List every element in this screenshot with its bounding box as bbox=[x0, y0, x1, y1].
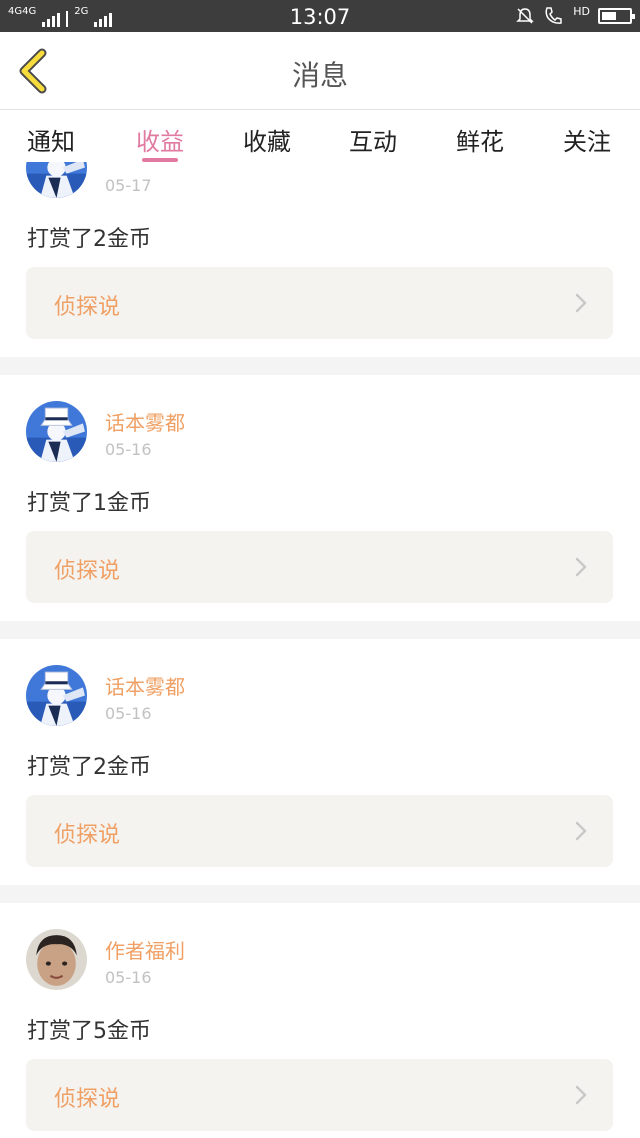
status-icons: HD bbox=[515, 4, 635, 27]
battery-level bbox=[602, 12, 616, 20]
chevron-right-icon bbox=[575, 821, 587, 841]
phone-icon bbox=[545, 7, 562, 24]
avatar[interactable] bbox=[26, 162, 87, 198]
source-link[interactable]: 侦探说 bbox=[26, 267, 613, 339]
tip-action-text: 打赏了2金币 bbox=[27, 755, 151, 780]
tab-earnings[interactable]: 收益 bbox=[115, 122, 205, 157]
tip-action-text: 打赏了1金币 bbox=[27, 491, 151, 516]
status-bar: 4G4G 2G 13:07 HD bbox=[0, 0, 640, 32]
source-title: 侦探说 bbox=[54, 823, 121, 848]
message-date: 05-17 bbox=[105, 176, 152, 195]
kid-avatar-image bbox=[26, 162, 87, 198]
tab-flowers[interactable]: 鲜花 bbox=[435, 122, 525, 157]
tab-following[interactable]: 关注 bbox=[542, 122, 632, 157]
chevron-right-icon bbox=[575, 1085, 587, 1105]
source-link[interactable]: 侦探说 bbox=[26, 1059, 613, 1131]
source-link[interactable]: 侦探说 bbox=[26, 531, 613, 603]
page-title: 消息 bbox=[291, 59, 348, 92]
child-photo-avatar-image bbox=[26, 929, 87, 990]
back-button[interactable] bbox=[12, 46, 62, 96]
source-title: 侦探说 bbox=[54, 559, 121, 584]
username[interactable]: 话本雾都 bbox=[105, 671, 185, 700]
message-list[interactable]: 05-17 打赏了2金币 侦探说 话本雾都 05-16 打赏了1金币 侦探说 话… bbox=[0, 162, 640, 1138]
muted-bell-icon bbox=[516, 8, 535, 24]
chevron-right-icon bbox=[575, 293, 587, 313]
username[interactable]: 话本雾都 bbox=[105, 407, 185, 436]
chevron-right-icon bbox=[575, 557, 587, 577]
message-date: 05-16 bbox=[105, 968, 152, 987]
list-item: 话本雾都 05-16 打赏了1金币 侦探说 bbox=[0, 375, 640, 621]
tip-action-text: 打赏了2金币 bbox=[27, 227, 151, 252]
list-item: 05-17 打赏了2金币 侦探说 bbox=[0, 162, 640, 357]
chevron-left-icon bbox=[19, 48, 47, 94]
tab-notifications[interactable]: 通知 bbox=[6, 122, 96, 157]
tab-interactions[interactable]: 互动 bbox=[328, 122, 418, 157]
avatar[interactable] bbox=[26, 401, 87, 462]
source-title: 侦探说 bbox=[54, 295, 121, 320]
battery-icon bbox=[598, 8, 635, 24]
list-item: 作者福利 05-16 打赏了5金币 侦探说 bbox=[0, 903, 640, 1138]
source-link[interactable]: 侦探说 bbox=[26, 795, 613, 867]
tab-favorites[interactable]: 收藏 bbox=[222, 122, 312, 157]
list-item: 话本雾都 05-16 打赏了2金币 侦探说 bbox=[0, 639, 640, 885]
username[interactable]: 作者福利 bbox=[105, 935, 185, 964]
kid-avatar-image bbox=[26, 665, 87, 726]
tab-bar: 通知 收益 收藏 互动 鲜花 关注 bbox=[0, 110, 640, 162]
avatar[interactable] bbox=[26, 929, 87, 990]
tip-action-text: 打赏了5金币 bbox=[27, 1019, 151, 1044]
hd-call-badge: HD bbox=[573, 4, 590, 18]
top-bar: 消息 bbox=[0, 32, 640, 110]
message-date: 05-16 bbox=[105, 440, 152, 459]
message-date: 05-16 bbox=[105, 704, 152, 723]
source-title: 侦探说 bbox=[54, 1087, 121, 1112]
kid-avatar-image bbox=[26, 401, 87, 462]
avatar[interactable] bbox=[26, 665, 87, 726]
